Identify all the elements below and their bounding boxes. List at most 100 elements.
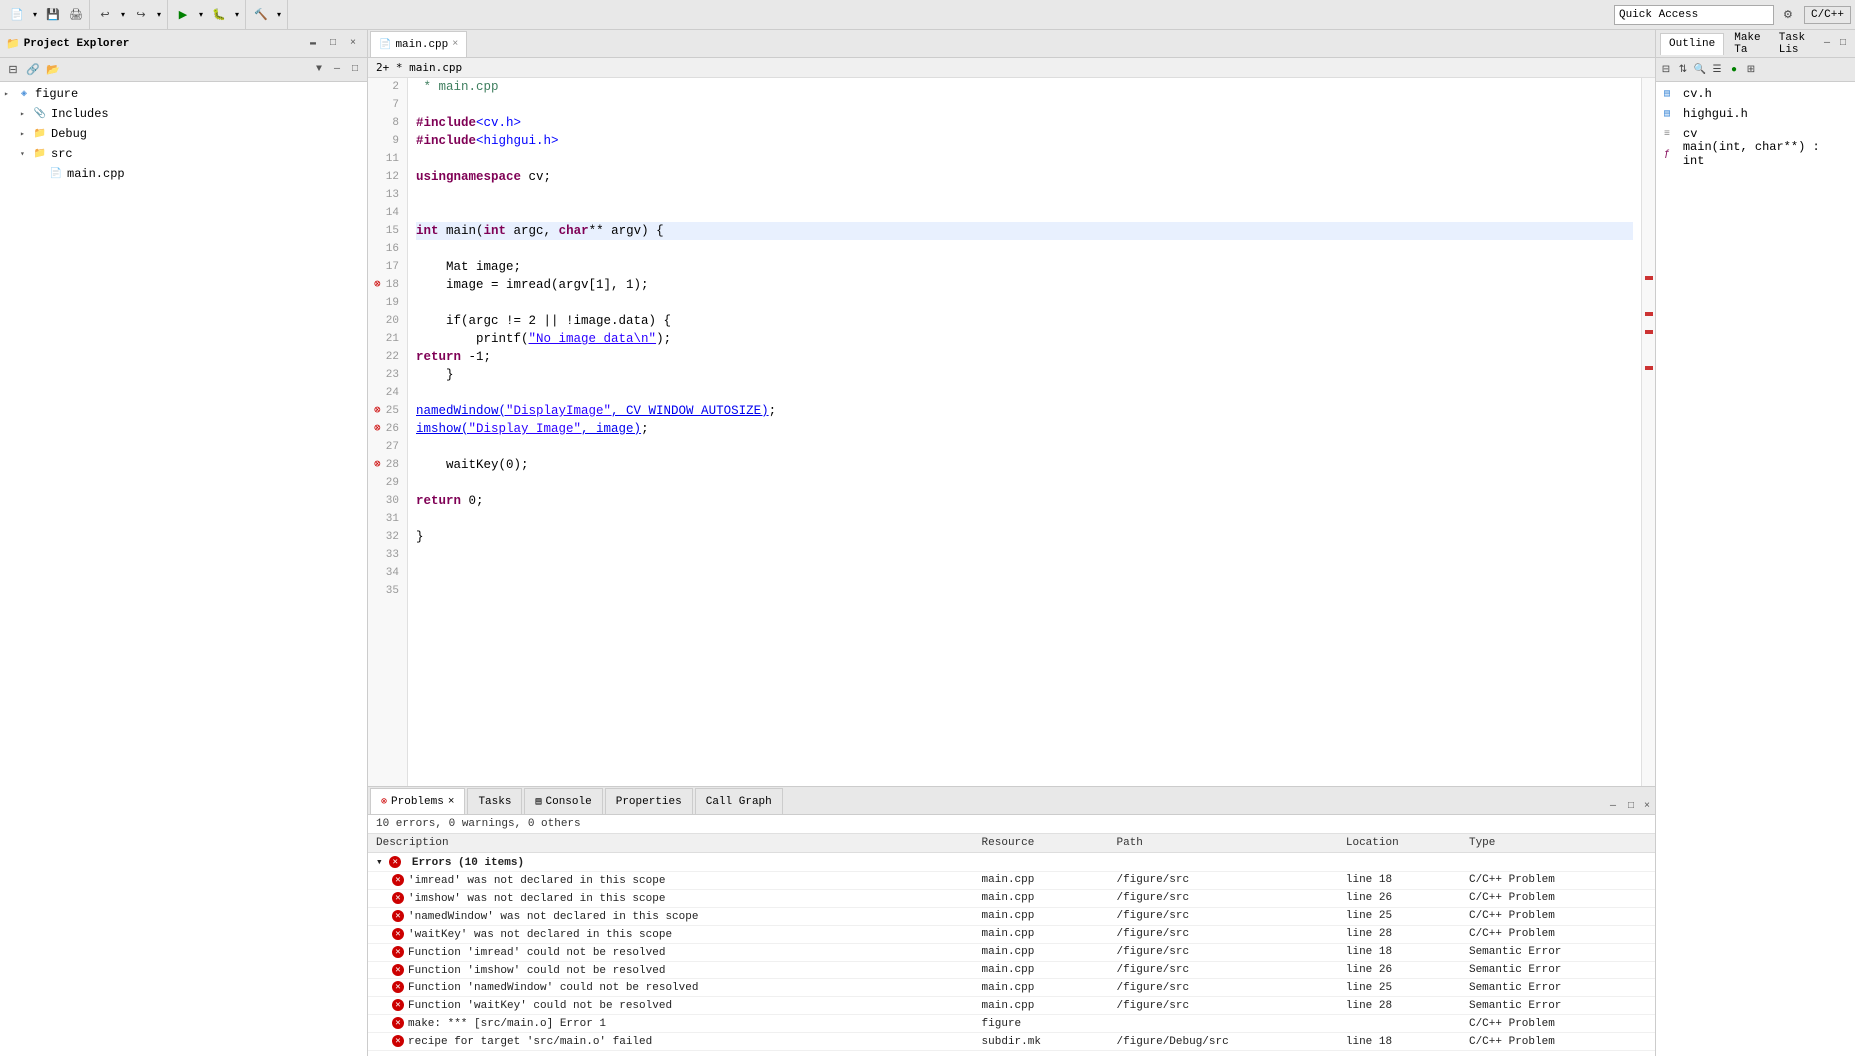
col-description: Description (368, 834, 974, 853)
outline-sort-btn[interactable]: ⇅ (1675, 62, 1691, 78)
problems-close-btn[interactable]: × (1639, 798, 1655, 814)
code-line-28: waitKey(0); (416, 456, 1633, 474)
tab-task-lis[interactable]: Task Lis (1771, 33, 1817, 55)
error-row-9[interactable]: ✕recipe for target 'src/main.o' failed s… (368, 1033, 1655, 1051)
build-dropdown[interactable]: ▾ (273, 4, 285, 26)
pe-max-btn[interactable]: □ (347, 62, 363, 78)
code-content[interactable]: * main.cpp #include <cv.h> #include <hig… (408, 78, 1641, 786)
err-type-0: C/C++ Problem (1461, 872, 1655, 890)
error-row-1[interactable]: ✕'imshow' was not declared in this scope… (368, 889, 1655, 907)
col-resource: Resource (974, 834, 1109, 853)
maximize-btn[interactable]: □ (325, 36, 341, 52)
collapse-all-btn[interactable]: ⊟ (4, 61, 22, 79)
tree-item-debug[interactable]: ▸ 📁 Debug (0, 124, 367, 144)
outline-item-main[interactable]: ƒ main(int, char**) : int (1656, 144, 1855, 164)
outline-grid-btn[interactable]: ⊞ (1743, 62, 1759, 78)
tab-properties-label: Properties (616, 796, 682, 808)
tab-properties[interactable]: Properties (605, 788, 693, 814)
undo-dropdown[interactable]: ▾ (117, 4, 129, 26)
tab-outline[interactable]: Outline (1660, 33, 1724, 55)
error-row-0[interactable]: ✕'imread' was not declared in this scope… (368, 872, 1655, 890)
tree-label-includes: Includes (51, 107, 109, 121)
err-desc-1: ✕'imshow' was not declared in this scope (368, 889, 974, 907)
tree-item-main-cpp[interactable]: 📄 main.cpp (0, 164, 367, 184)
close-panel-btn[interactable]: × (345, 36, 361, 52)
outline-green-btn[interactable]: ● (1726, 62, 1742, 78)
build-btn[interactable]: 🔨 (250, 4, 272, 26)
error-row-5[interactable]: ✕Function 'imshow' could not be resolved… (368, 961, 1655, 979)
error-row-4[interactable]: ✕Function 'imread' could not be resolved… (368, 943, 1655, 961)
problems-tab-close[interactable]: × (448, 796, 455, 808)
ln-26: ⊗ 26 (372, 420, 403, 438)
toolbar-settings-btn[interactable]: ⚙ (1778, 4, 1798, 26)
new-folder-btn[interactable]: 📂 (44, 61, 62, 79)
run-dropdown[interactable]: ▾ (195, 4, 207, 26)
editor-tab-main-cpp[interactable]: 📄 main.cpp × (370, 31, 467, 57)
outline-filter-btn[interactable]: 🔍 (1692, 62, 1708, 78)
ln-22: 22 (372, 348, 403, 366)
err-desc-5: ✕Function 'imshow' could not be resolved (368, 961, 974, 979)
minimize-btn[interactable]: ▬ (305, 36, 321, 52)
error-row-6[interactable]: ✕Function 'namedWindow' could not be res… (368, 979, 1655, 997)
code-line-21: printf("No image data\n"); (416, 330, 1633, 348)
err-res-8: figure (974, 1015, 1109, 1033)
quick-access-box[interactable]: Quick Access (1614, 5, 1774, 25)
error-row-7[interactable]: ✕Function 'waitKey' could not be resolve… (368, 997, 1655, 1015)
err-loc-5: line 26 (1338, 961, 1461, 979)
cpp-perspective-btn[interactable]: C/C++ (1804, 6, 1851, 24)
err-type-7: Semantic Error (1461, 997, 1655, 1015)
debug-btn[interactable]: 🐛 (208, 4, 230, 26)
project-explorer-header: 📁 Project Explorer ▬ □ × (0, 30, 367, 58)
outline-collapse-btn[interactable]: ⊟ (1658, 62, 1674, 78)
outline-item-highgui[interactable]: ▤ highgui.h (1656, 104, 1855, 124)
tab-tasks[interactable]: Tasks (467, 788, 522, 814)
col-path: Path (1108, 834, 1337, 853)
undo-btn[interactable]: ↩ (94, 4, 116, 26)
editor-body: 2 7 8 9 11 12 13 14 15 16 17 ⊗ 18 19 (368, 78, 1655, 1056)
err-desc-6: ✕Function 'namedWindow' could not be res… (368, 979, 974, 997)
tab-console[interactable]: ▤ Console (524, 788, 602, 814)
error-group-row[interactable]: ▾ ✕ Errors (10 items) (368, 853, 1655, 872)
gutter-mark-26 (1645, 330, 1653, 334)
err-path-7: /figure/src (1108, 997, 1337, 1015)
problems-minimize-btn[interactable]: — (1605, 798, 1621, 814)
error-row-3[interactable]: ✕'waitKey' was not declared in this scop… (368, 925, 1655, 943)
ln-32: 32 (372, 528, 403, 546)
code-editor[interactable]: 2 7 8 9 11 12 13 14 15 16 17 ⊗ 18 19 (368, 78, 1655, 786)
new-dropdown[interactable]: ▾ (29, 4, 41, 26)
error-row-2[interactable]: ✕'namedWindow' was not declared in this … (368, 907, 1655, 925)
outline-minimize-btn[interactable]: — (1819, 36, 1835, 52)
tree-item-figure[interactable]: ▸ ◈ figure (0, 84, 367, 104)
pe-min-btn[interactable]: — (329, 62, 345, 78)
tree-item-includes[interactable]: ▸ 📎 Includes (0, 104, 367, 124)
outline-item-cvh[interactable]: ▤ cv.h (1656, 84, 1855, 104)
outline-hide-btn[interactable]: ☰ (1709, 62, 1725, 78)
tab-make-ta[interactable]: Make Ta (1726, 33, 1769, 55)
col-type: Type (1461, 834, 1655, 853)
problems-status-text: 10 errors, 0 warnings, 0 others (376, 818, 581, 830)
error-marker-28: ⊗ (374, 456, 381, 474)
tab-problems[interactable]: ⊗ Problems × (370, 788, 465, 814)
tab-label: main.cpp (395, 39, 448, 51)
print-btn[interactable]: 🖨 (65, 4, 87, 26)
run-btn[interactable]: ▶ (172, 4, 194, 26)
err-desc-4: ✕Function 'imread' could not be resolved (368, 943, 974, 961)
debug-dropdown[interactable]: ▾ (231, 4, 243, 26)
tree-item-src[interactable]: ▾ 📁 src (0, 144, 367, 164)
redo-dropdown[interactable]: ▾ (153, 4, 165, 26)
redo-btn[interactable]: ↪ (130, 4, 152, 26)
error-marker-25: ⊗ (374, 402, 381, 420)
outline-label-highgui: highgui.h (1683, 107, 1748, 121)
err-path-8 (1108, 1015, 1337, 1033)
code-line-13 (416, 186, 1633, 204)
new-btn[interactable]: 📄 (6, 4, 28, 26)
link-with-editor-btn[interactable]: 🔗 (24, 61, 42, 79)
error-row-8[interactable]: ✕make: *** [src/main.o] Error 1 figure C… (368, 1015, 1655, 1033)
err-res-6: main.cpp (974, 979, 1109, 997)
tab-close-btn[interactable]: × (452, 39, 458, 50)
tab-call-graph[interactable]: Call Graph (695, 788, 783, 814)
save-btn[interactable]: 💾 (42, 4, 64, 26)
problems-maximize-btn[interactable]: □ (1623, 798, 1639, 814)
outline-maximize-btn[interactable]: □ (1835, 36, 1851, 52)
pe-menu-btn[interactable]: ▼ (311, 62, 327, 78)
